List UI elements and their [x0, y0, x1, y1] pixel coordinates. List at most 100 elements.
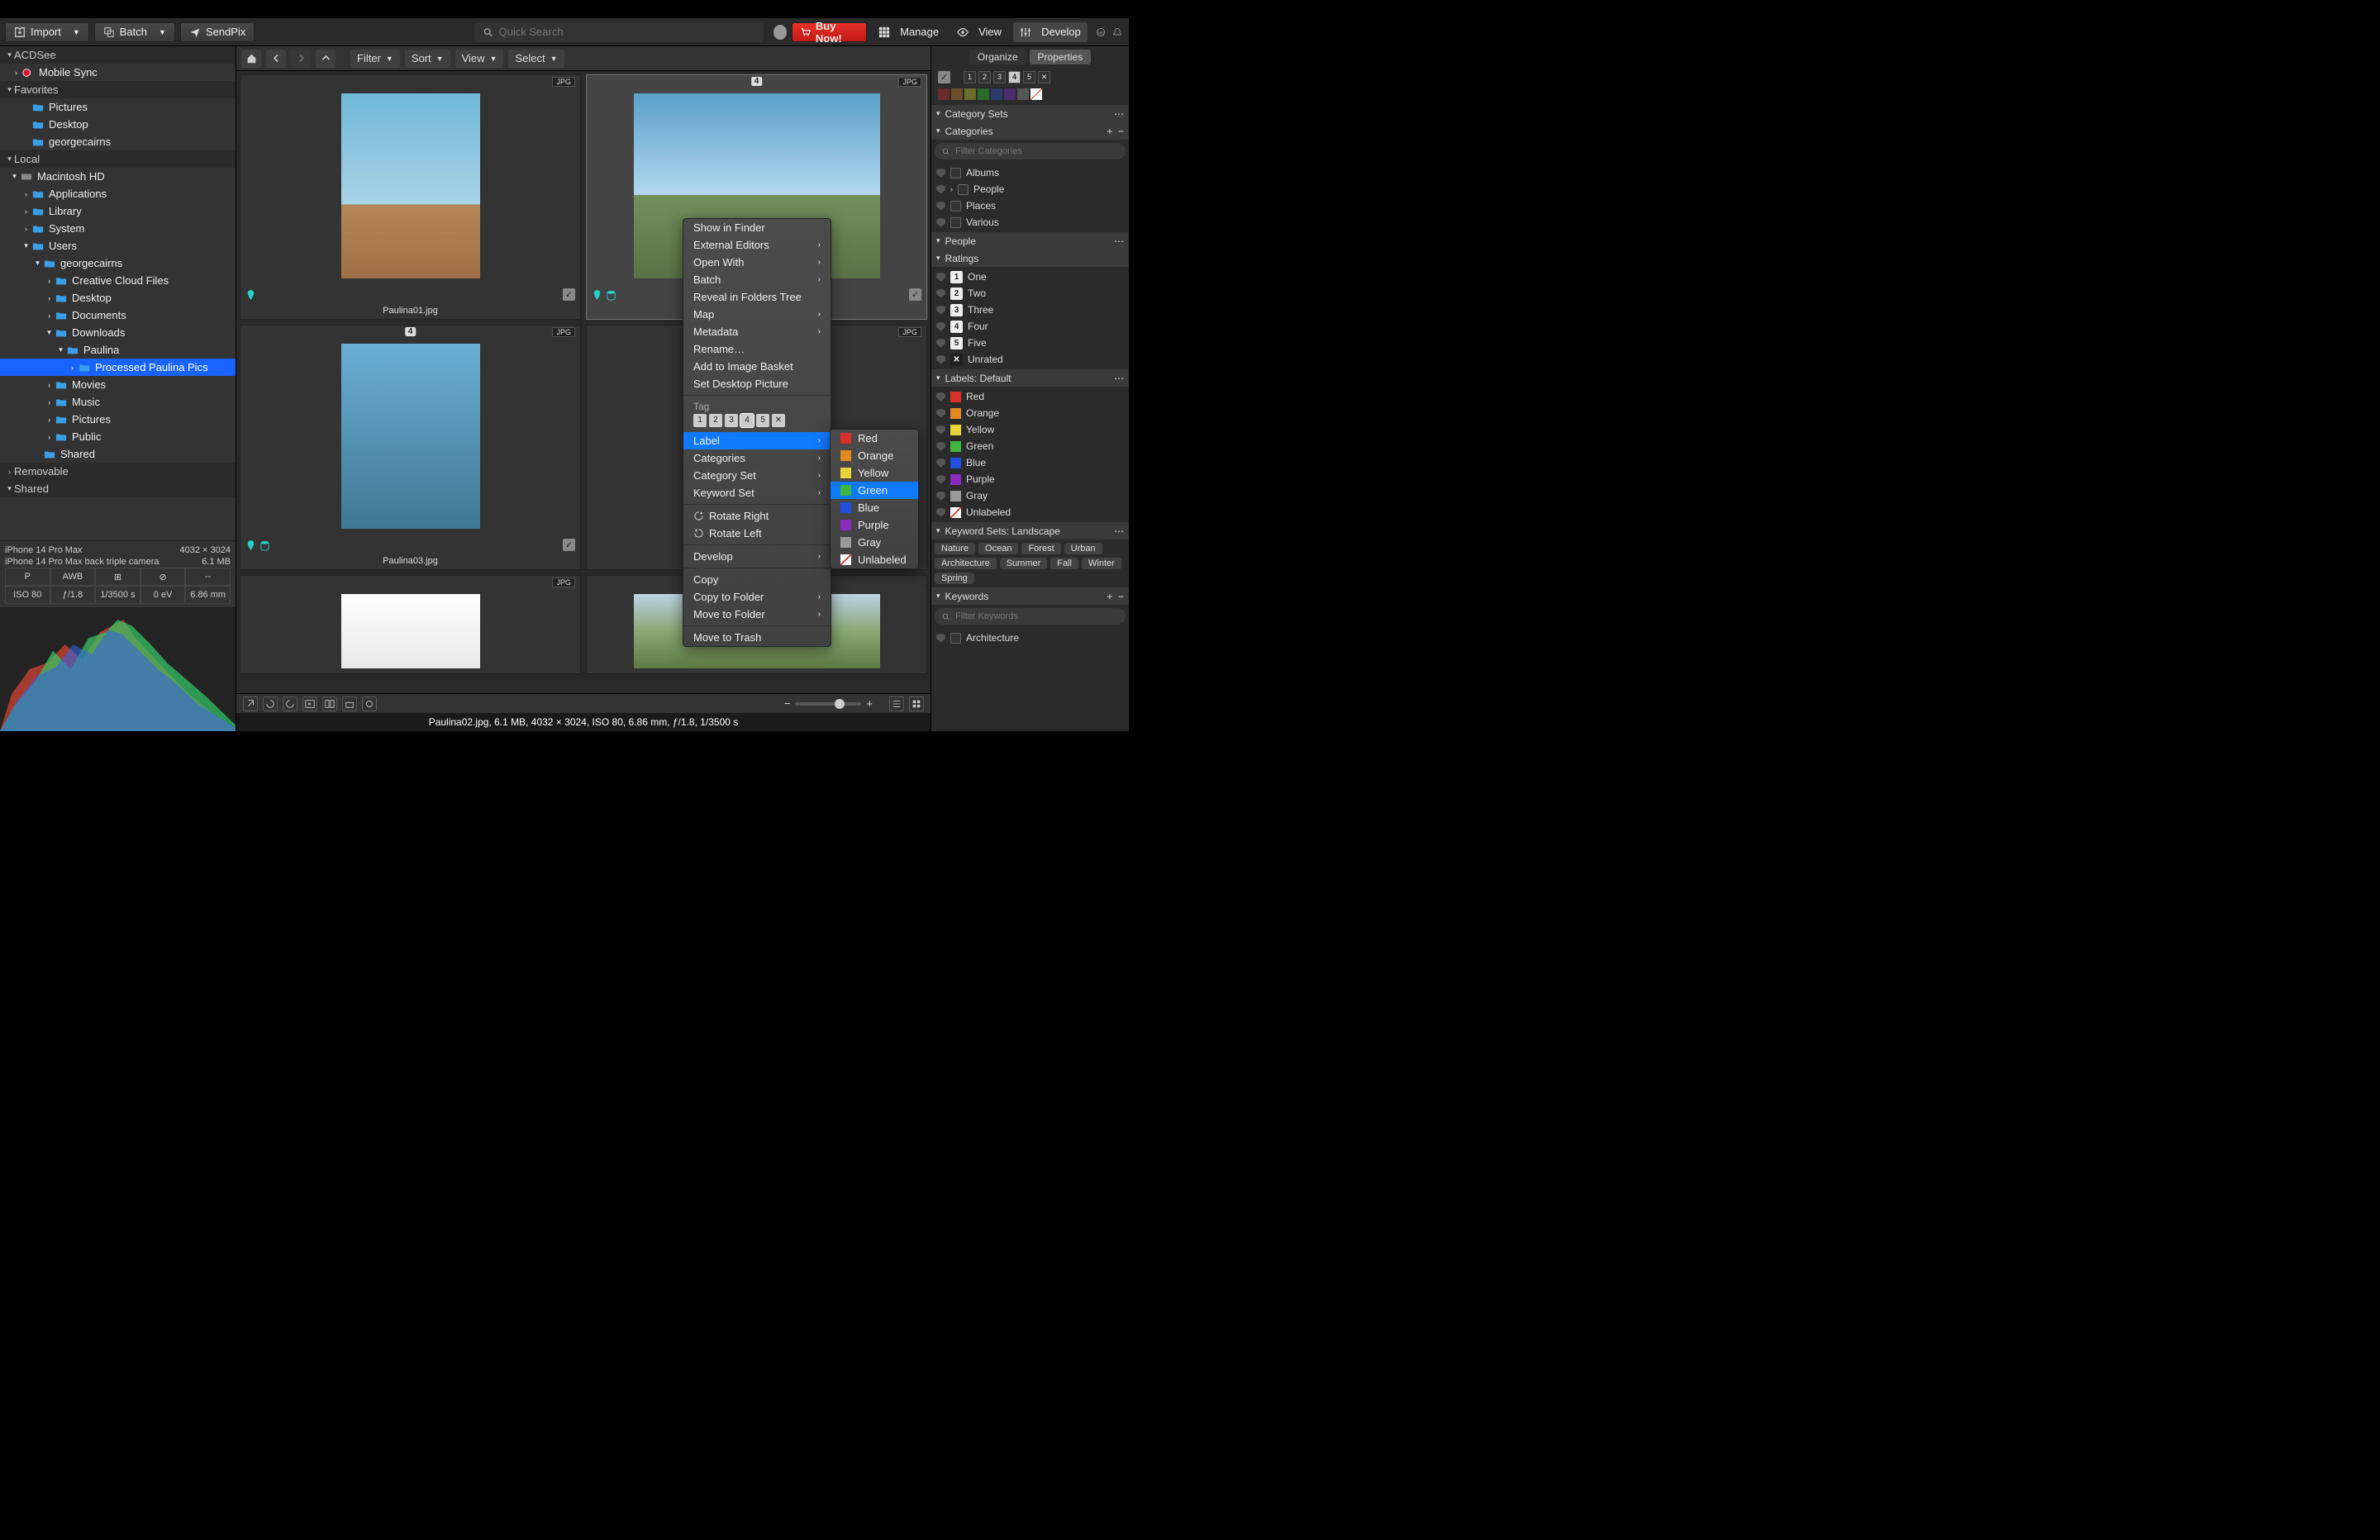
thumb-cell[interactable]: JPG — [240, 575, 581, 674]
ctx-copy[interactable]: Copy — [683, 571, 831, 588]
tree-section-favorites[interactable]: ▾Favorites — [0, 81, 236, 98]
category-row[interactable]: Various — [936, 214, 1124, 231]
section-people[interactable]: ▾People⋯ — [931, 232, 1129, 250]
label-option[interactable]: Orange — [831, 447, 918, 464]
rating-row[interactable]: 2Two — [936, 285, 1124, 302]
label-option[interactable]: Yellow — [831, 464, 918, 482]
keyword-tag[interactable]: Urban — [1064, 543, 1102, 554]
slideshow-button[interactable] — [302, 696, 317, 711]
swatch-purple[interactable] — [1004, 88, 1016, 100]
label-option[interactable]: Green — [831, 482, 918, 499]
export-button[interactable] — [243, 696, 258, 711]
manage-mode[interactable]: Manage — [872, 22, 945, 42]
ctx-copy-to[interactable]: Copy to Folder› — [683, 588, 831, 606]
forward-button[interactable] — [291, 50, 311, 68]
tag-check[interactable]: ✓ — [909, 288, 921, 301]
refresh-button[interactable] — [362, 696, 377, 711]
keyword-tag[interactable]: Nature — [935, 543, 975, 554]
ctx-item[interactable]: Map› — [683, 306, 831, 323]
zoom-slider[interactable] — [795, 702, 861, 706]
tree-item-downloads[interactable]: ▾ Downloads — [0, 324, 236, 341]
label-row[interactable]: Purple — [936, 471, 1124, 487]
tree-item[interactable]: ›Music — [0, 393, 236, 411]
sendpix-button[interactable]: SendPix — [180, 22, 255, 42]
ctx-item[interactable]: Keyword Set› — [683, 484, 831, 501]
label-row[interactable]: Yellow — [936, 421, 1124, 438]
label-option[interactable]: Blue — [831, 499, 918, 516]
home-button[interactable] — [241, 50, 261, 68]
tab-properties[interactable]: Properties — [1030, 50, 1092, 64]
label-option[interactable]: Gray — [831, 534, 918, 551]
tree-section-shared[interactable]: ▾Shared — [0, 480, 236, 497]
label-option[interactable]: Purple — [831, 516, 918, 534]
tree-item[interactable]: Desktop — [0, 116, 236, 133]
rotate-ccw-button[interactable] — [263, 696, 278, 711]
select-menu[interactable]: Select▼ — [508, 50, 564, 68]
quick-search-input[interactable] — [499, 26, 756, 38]
grid-view-button[interactable] — [909, 696, 924, 711]
thumb-cell[interactable]: JPG 4 ✓ Paulina03.jpg — [240, 325, 581, 570]
tree-item-hd[interactable]: ▾ Macintosh HD — [0, 168, 236, 185]
filter-menu[interactable]: Filter▼ — [350, 50, 400, 68]
ctx-reveal[interactable]: Reveal in Folders Tree — [683, 288, 831, 306]
keyword-search[interactable] — [935, 608, 1126, 625]
thumb-cell[interactable]: JPG ✓ Paulina01.jpg — [240, 74, 581, 320]
tag-check[interactable]: ✓ — [938, 71, 950, 83]
tree-item-user[interactable]: ▾ georgecairns — [0, 254, 236, 272]
swatch-gray[interactable] — [1017, 88, 1029, 100]
label-row[interactable]: Orange — [936, 405, 1124, 421]
keyword-search-input[interactable] — [955, 611, 1119, 621]
avatar[interactable] — [774, 25, 787, 40]
section-catsets[interactable]: ▾Category Sets⋯ — [931, 105, 1129, 122]
rating-row[interactable]: 3Three — [936, 302, 1124, 318]
zoom-minus[interactable]: − — [784, 697, 791, 710]
keyword-tag[interactable]: Winter — [1082, 558, 1121, 569]
ctx-item[interactable]: Set Desktop Picture — [683, 375, 831, 392]
up-button[interactable] — [316, 50, 336, 68]
tree-item[interactable]: ›System — [0, 220, 236, 237]
ctx-item[interactable]: External Editors› — [683, 236, 831, 254]
rating-row[interactable]: 5Five — [936, 335, 1124, 351]
tag-check[interactable]: ✓ — [563, 288, 575, 301]
ctx-item[interactable]: Label› — [683, 432, 831, 449]
section-keywords[interactable]: ▾Keywords+ − — [931, 587, 1129, 605]
ctx-move-to[interactable]: Move to Folder› — [683, 606, 831, 623]
ctx-item[interactable]: Add to Image Basket — [683, 358, 831, 375]
ctx-rotate-right[interactable]: Rotate Right — [683, 507, 831, 525]
ctx-item[interactable]: Batch› — [683, 271, 831, 288]
ctx-show-finder[interactable]: Show in Finder — [683, 219, 831, 236]
tree-item-paulina[interactable]: ▾ Paulina — [0, 341, 236, 359]
zoom-plus[interactable]: + — [866, 697, 873, 710]
quick-search[interactable] — [474, 22, 764, 42]
keyword-tag[interactable]: Fall — [1050, 558, 1078, 569]
view-mode[interactable]: View — [950, 22, 1008, 42]
keyword-tag[interactable]: Summer — [1000, 558, 1048, 569]
label-row[interactable]: Blue — [936, 454, 1124, 471]
batch-button[interactable]: Batch▼ — [94, 22, 175, 42]
tree-item-mobile[interactable]: › Mobile Sync — [0, 64, 236, 81]
bell-icon[interactable] — [1112, 26, 1122, 38]
section-categories[interactable]: ▾Categories+ − — [931, 122, 1129, 140]
develop-mode[interactable]: Develop — [1013, 22, 1088, 42]
ctx-item[interactable]: Category Set› — [683, 467, 831, 484]
tree-item[interactable]: ›Public — [0, 428, 236, 445]
ctx-item[interactable]: Metadata› — [683, 323, 831, 340]
tree-section-removable[interactable]: ›Removable — [0, 463, 236, 480]
swatch-red[interactable] — [938, 88, 950, 100]
tree-item[interactable]: ›Movies — [0, 376, 236, 393]
category-search-input[interactable] — [955, 146, 1119, 156]
category-row[interactable]: ›People — [936, 181, 1124, 197]
tree-item[interactable]: ›Documents — [0, 307, 236, 324]
ctx-item[interactable]: Rename… — [683, 340, 831, 358]
tag-check[interactable]: ✓ — [563, 539, 575, 551]
label-option[interactable]: Red — [831, 430, 918, 447]
list-view-button[interactable] — [889, 696, 904, 711]
view-menu[interactable]: View▼ — [455, 50, 504, 68]
rating-row[interactable]: ✕Unrated — [936, 351, 1124, 368]
swatch-none[interactable] — [1031, 88, 1042, 100]
section-labels[interactable]: ▾Labels: Default⋯ — [931, 369, 1129, 387]
section-ratings[interactable]: ▾Ratings — [931, 250, 1129, 267]
back-button[interactable] — [266, 50, 286, 68]
ctx-develop[interactable]: Develop› — [683, 548, 831, 565]
tree-section-local[interactable]: ▾Local — [0, 150, 236, 168]
